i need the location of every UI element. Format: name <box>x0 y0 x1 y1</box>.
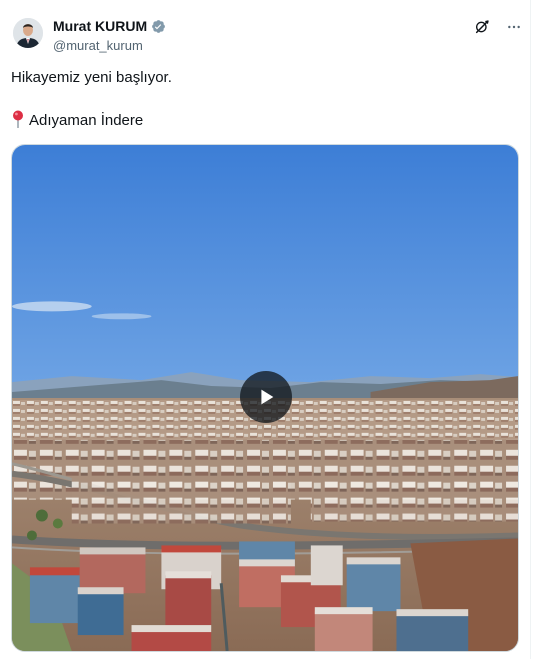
round-pushpin-icon <box>11 110 25 129</box>
tweet-location-text: Adıyaman İndere <box>29 112 144 129</box>
tweet-text-line-1: Hikayemiz yeni başlıyor. <box>11 69 172 86</box>
more-horizontal-icon[interactable] <box>505 18 523 36</box>
profile-photo-icon <box>13 18 43 48</box>
grok-icon[interactable] <box>473 18 491 36</box>
play-icon <box>261 389 274 405</box>
author-avatar[interactable] <box>13 18 43 48</box>
author-display-name[interactable]: Murat KURUM <box>53 18 147 34</box>
author-name-row: Murat KURUM <box>53 18 166 34</box>
play-button[interactable] <box>240 371 292 423</box>
tweet-header: Murat KURUM @murat_kurum <box>13 14 523 58</box>
tweet-text-spacer <box>11 88 511 110</box>
author-handle[interactable]: @murat_kurum <box>53 38 143 53</box>
tweet-text-line-2: Adıyaman İndere <box>11 110 511 131</box>
verified-badge-icon <box>151 19 166 34</box>
tweet-text: Hikayemiz yeni başlıyor. Adıyaman İndere <box>11 68 511 131</box>
header-actions <box>473 18 523 36</box>
video-player[interactable] <box>11 144 519 652</box>
tweet-card: Murat KURUM @murat_kurum Hikayemiz yeni … <box>0 0 531 659</box>
